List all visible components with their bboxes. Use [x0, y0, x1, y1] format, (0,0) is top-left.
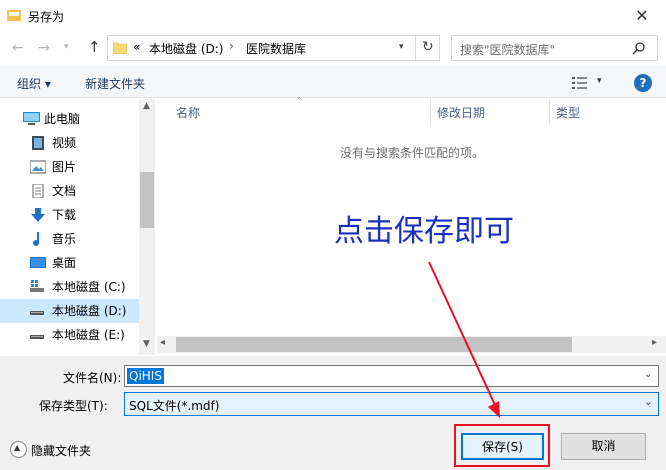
- sidebar-item-drive-d[interactable]: 本地磁盘 (D:): [0, 299, 140, 323]
- new-folder-button[interactable]: 新建文件夹: [85, 75, 145, 92]
- help-icon[interactable]: ?: [634, 74, 652, 92]
- column-header-name[interactable]: 名称: [176, 104, 200, 121]
- filetype-selected-value: SQL文件(*.mdf): [129, 399, 220, 413]
- view-dropdown-chevron-icon[interactable]: ▾: [597, 76, 602, 86]
- scroll-right-arrow-icon[interactable]: ▸: [652, 337, 657, 348]
- sidebar-item-drive-c[interactable]: 本地磁盘 (C:): [0, 275, 140, 299]
- address-dropdown-chevron-icon[interactable]: ▾: [399, 42, 404, 52]
- breadcrumb-overflow[interactable]: «: [133, 40, 140, 54]
- video-icon: [32, 136, 44, 150]
- search-input[interactable]: 搜索"医院数据库": [460, 41, 555, 58]
- title-bar: 另存为 ✕: [0, 0, 666, 32]
- download-icon: [31, 208, 45, 222]
- sidebar-item-label: 本地磁盘 (D:): [52, 304, 127, 318]
- picture-icon: [30, 160, 46, 174]
- drive-c-icon: [30, 280, 44, 292]
- window-title: 另存为: [28, 10, 65, 24]
- annotation-text: 点击保存即可: [334, 214, 514, 249]
- column-divider: [549, 99, 550, 125]
- collapse-arrow-icon[interactable]: ▲: [10, 441, 27, 458]
- sidebar-item-label: 桌面: [52, 256, 77, 270]
- filename-label: 文件名(N):: [63, 371, 122, 385]
- search-box[interactable]: 搜索"医院数据库": [451, 35, 658, 61]
- sidebar-item-pictures[interactable]: 图片: [0, 155, 140, 179]
- sidebar-item-downloads[interactable]: 下载: [0, 203, 140, 227]
- collapse-chevron-icon: ▲: [14, 443, 21, 452]
- save-button[interactable]: 保存(S): [461, 433, 544, 460]
- organize-menu[interactable]: 组织 ▾: [17, 75, 51, 92]
- scroll-down-arrow-icon[interactable]: ▼: [143, 339, 150, 349]
- back-button[interactable]: ←: [12, 40, 24, 56]
- breadcrumb-separator: ›: [229, 39, 234, 53]
- column-divider: [430, 99, 431, 125]
- file-list-horizontal-scrollbar[interactable]: ◂ ▸: [157, 336, 666, 353]
- close-button[interactable]: ✕: [625, 4, 659, 28]
- sidebar-item-label: 文档: [52, 184, 77, 198]
- up-button[interactable]: ↑: [88, 38, 101, 56]
- sidebar-item-this-pc[interactable]: 此电脑: [0, 107, 140, 131]
- search-icon[interactable]: [632, 41, 646, 55]
- filename-selected-text: QiHIS: [127, 368, 164, 384]
- column-header-type[interactable]: 类型: [556, 104, 580, 121]
- scroll-left-arrow-icon[interactable]: ◂: [160, 337, 165, 348]
- breadcrumb-current-folder[interactable]: 医院数据库: [246, 40, 306, 57]
- filename-input[interactable]: QiHIS ⌄: [124, 365, 659, 387]
- recent-locations-chevron-icon[interactable]: ▾: [64, 42, 69, 52]
- sort-ascending-icon: ^: [296, 96, 303, 105]
- save-as-window-icon: [7, 10, 21, 21]
- sidebar-item-label: 本地磁盘 (C:): [52, 280, 126, 294]
- sidebar-item-label: 本地磁盘 (E:): [52, 328, 125, 342]
- sidebar-item-videos[interactable]: 视频: [0, 131, 140, 155]
- scroll-up-arrow-icon[interactable]: ▲: [143, 101, 150, 111]
- sidebar-item-label: 图片: [52, 160, 77, 174]
- music-icon: [33, 232, 39, 246]
- cancel-button-label: 取消: [591, 439, 616, 453]
- sidebar-item-drive-e[interactable]: 本地磁盘 (E:): [0, 323, 140, 347]
- command-bar: 组织 ▾ 新建文件夹 ▾ ?: [0, 66, 666, 98]
- forward-button[interactable]: →: [38, 40, 50, 56]
- desktop-icon: [30, 257, 46, 268]
- sidebar-item-label: 视频: [52, 136, 77, 150]
- sidebar-item-label: 音乐: [52, 232, 77, 246]
- drive-d-icon: [30, 311, 44, 315]
- cancel-button[interactable]: 取消: [561, 433, 646, 460]
- sidebar-item-music[interactable]: 音乐: [0, 227, 140, 251]
- sidebar-item-documents[interactable]: 文档: [0, 179, 140, 203]
- filename-dropdown-chevron-icon[interactable]: ⌄: [644, 369, 652, 380]
- filetype-dropdown-chevron-icon[interactable]: ⌄: [644, 397, 652, 408]
- filetype-label: 保存类型(T):: [39, 399, 108, 413]
- scrollbar-thumb[interactable]: [140, 172, 154, 228]
- breadcrumb-drive-d[interactable]: 本地磁盘 (D:): [149, 40, 223, 57]
- empty-results-message: 没有与搜索条件匹配的项。: [340, 146, 485, 160]
- sidebar-item-label: 下载: [52, 208, 77, 222]
- sidebar-scrollbar[interactable]: ▲ ▼: [139, 99, 155, 355]
- drive-e-icon: [30, 335, 44, 339]
- folder-icon: [113, 42, 127, 54]
- refresh-button[interactable]: ↻: [422, 39, 434, 55]
- address-bar[interactable]: « 本地磁盘 (D:) › 医院数据库 ▾ ↻: [107, 35, 440, 61]
- view-options-icon[interactable]: [572, 77, 588, 89]
- hide-folders-toggle[interactable]: 隐藏文件夹: [31, 442, 91, 459]
- horizontal-scrollbar-thumb[interactable]: [176, 337, 572, 352]
- computer-icon: [23, 112, 40, 125]
- save-button-label: 保存(S): [482, 440, 523, 454]
- address-divider: [415, 36, 416, 60]
- sidebar-item-desktop[interactable]: 桌面: [0, 251, 140, 275]
- filetype-select[interactable]: SQL文件(*.mdf) ⌄: [124, 392, 659, 416]
- column-header-modified[interactable]: 修改日期: [437, 104, 485, 121]
- sidebar-item-label: 此电脑: [44, 112, 81, 126]
- document-icon: [32, 184, 44, 198]
